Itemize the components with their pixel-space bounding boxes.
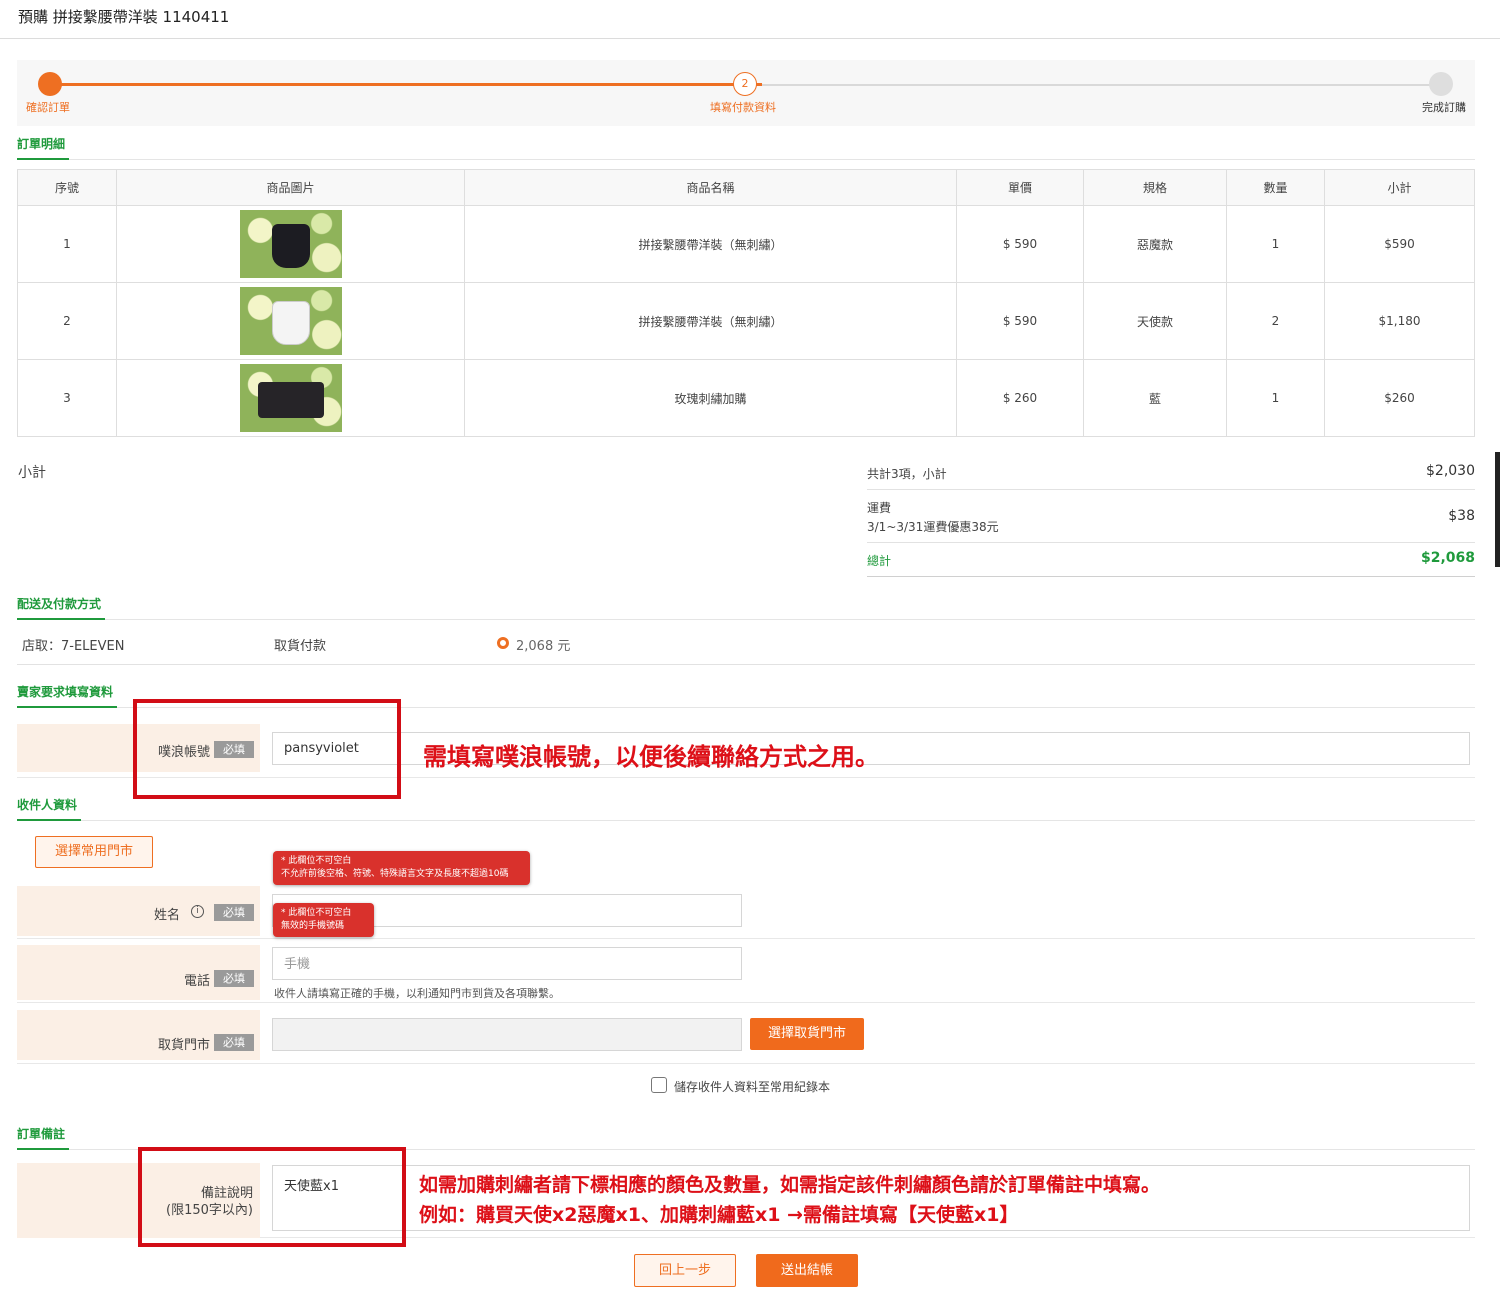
- summary-items-value: $2,030: [1426, 463, 1475, 479]
- step-1-label: 確認訂單: [26, 101, 70, 114]
- store-input: [272, 1018, 742, 1051]
- row-subtotal: $1,180: [1324, 282, 1475, 360]
- row-image-cell: [116, 205, 465, 283]
- summary-shipping-value: $38: [1448, 508, 1475, 524]
- name-label-cell: 姓名 i 必填: [17, 886, 260, 936]
- checkout-button[interactable]: 送出結帳: [756, 1254, 858, 1287]
- table-row: 2 拼接繫腰帶洋裝（無刺繡） $ 590 天使款 2 $1,180: [17, 282, 1475, 360]
- col-header-name: 商品名稱: [464, 169, 957, 206]
- table-row: 3 玫瑰刺繡加購 $ 260 藍 1 $260: [17, 359, 1475, 437]
- summary-total-label: 總計: [867, 554, 892, 568]
- tooltip-line: * 此欄位不可空白: [281, 856, 352, 866]
- annotation-note-line1: 如需加購刺繡者請下標相應的顏色及數量，如需指定該件刺繡顏色請於訂單備註中填寫。: [419, 1174, 1161, 1196]
- row-qty: 1: [1226, 205, 1325, 283]
- required-badge: 必填: [214, 1034, 254, 1051]
- col-header-image: 商品圖片: [116, 169, 465, 206]
- table-header-row: 序號 商品圖片 商品名稱 單價 規格 數量 小計: [17, 169, 1475, 206]
- name-error-tooltip: * 此欄位不可空白 不允許前後空格、符號、特殊語言文字及長度不超過10碼: [273, 851, 530, 885]
- choose-store-button[interactable]: 選擇取貨門市: [750, 1018, 864, 1050]
- name-row: 姓名 i 必填: [17, 882, 1475, 939]
- progress-line-complete: [49, 83, 762, 86]
- payment-amount: 2,068 元: [516, 639, 571, 654]
- row-spec: 藍: [1083, 359, 1227, 437]
- title-divider: [0, 38, 1500, 39]
- summary-items-row: 共計3項，小計 $2,030: [867, 456, 1475, 490]
- phone-input[interactable]: 手機: [272, 947, 742, 980]
- row-spec: 天使款: [1083, 282, 1227, 360]
- row-subtotal: $590: [1324, 205, 1475, 283]
- annotation-box-note: [138, 1147, 406, 1247]
- annotation-note-line2: 例如：購買天使x2惡魔x1、加購刺繡藍x1 →需備註填寫【天使藍x1】: [419, 1204, 1019, 1226]
- step-2-dot: 2: [733, 72, 757, 96]
- row-name: 拼接繫腰帶洋裝（無刺繡）: [464, 282, 957, 360]
- row-spec: 惡魔款: [1083, 205, 1227, 283]
- scrollbar[interactable]: [1495, 452, 1500, 567]
- progress-line-pending: [762, 84, 1440, 86]
- row-qty: 1: [1226, 359, 1325, 437]
- back-button[interactable]: 回上一步: [634, 1254, 736, 1287]
- phone-label: 電話: [183, 974, 210, 989]
- step-3-dot: [1429, 72, 1453, 96]
- row-subtotal: $260: [1324, 359, 1475, 437]
- annotation-plurk: 需填寫噗浪帳號，以便後續聯絡方式之用。: [423, 743, 879, 771]
- row-name: 玫瑰刺繡加購: [464, 359, 957, 437]
- row-qty: 2: [1226, 282, 1325, 360]
- step-2-label: 填寫付款資料: [710, 101, 776, 114]
- row-price: $ 260: [956, 359, 1084, 437]
- shipping-method: 店取：7-ELEVEN: [22, 639, 125, 654]
- tooltip-line: 無效的手機號碼: [281, 921, 345, 931]
- table-row: 1 拼接繫腰帶洋裝（無刺繡） $ 590 惡魔款 1 $590: [17, 205, 1475, 283]
- row-image-cell: [116, 282, 465, 360]
- required-badge: 必填: [214, 970, 254, 987]
- tooltip-line: 不允許前後空格、符號、特殊語言文字及長度不超過10碼: [281, 869, 509, 879]
- annotation-box-plurk: [133, 699, 401, 799]
- name-label: 姓名: [153, 908, 180, 923]
- payment-radio[interactable]: [497, 637, 509, 649]
- shipping-heading: 配送及付款方式: [17, 594, 1475, 620]
- step-3-label: 完成訂購: [1422, 101, 1466, 114]
- col-header-subtotal: 小計: [1324, 169, 1475, 206]
- row-name: 拼接繫腰帶洋裝（無刺繡）: [464, 205, 957, 283]
- payment-method: 取貨付款: [274, 639, 327, 654]
- order-items-table: 序號 商品圖片 商品名稱 單價 規格 數量 小計 1 拼接繫腰帶洋裝（無刺繡） …: [17, 169, 1475, 437]
- summary-shipping-label: 運費: [867, 501, 892, 515]
- select-frequent-store-button[interactable]: 選擇常用門市: [35, 836, 153, 868]
- page-title: 預購 拼接繫腰帶洋裝 1140411: [18, 8, 230, 26]
- col-header-spec: 規格: [1083, 169, 1227, 206]
- save-recipient-label[interactable]: 儲存收件人資料至常用紀錄本: [674, 1078, 830, 1095]
- col-header-qty: 數量: [1226, 169, 1325, 206]
- row-price: $ 590: [956, 282, 1084, 360]
- checkout-progress: 2 確認訂單 填寫付款資料 完成訂購: [17, 60, 1475, 126]
- save-recipient-checkbox[interactable]: [651, 1077, 667, 1093]
- phone-hint: 收件人請填寫正確的手機，以利通知門市到貨及各項聯繫。: [274, 987, 560, 1000]
- summary-total-row: 總計 $2,068: [867, 543, 1475, 577]
- store-row: 取貨門市 必填 選擇取貨門市: [17, 1003, 1475, 1064]
- summary-label: 小計: [18, 465, 46, 481]
- row-no: 3: [17, 359, 117, 437]
- phone-error-tooltip: * 此欄位不可空白 無效的手機號碼: [273, 903, 374, 937]
- store-label: 取貨門市: [157, 1038, 210, 1053]
- col-header-no: 序號: [17, 169, 117, 206]
- product-image[interactable]: [239, 210, 342, 278]
- shipping-option-row[interactable]: 店取：7-ELEVEN 取貨付款 2,068 元: [17, 621, 1475, 665]
- info-icon[interactable]: i: [191, 905, 204, 918]
- product-image[interactable]: [239, 364, 342, 432]
- summary-shipping-row: 運費 3/1~3/31運費優惠38元 $38: [867, 490, 1475, 543]
- row-image-cell: [116, 359, 465, 437]
- summary-items-label: 共計3項，小計: [867, 467, 947, 481]
- store-label-cell: 取貨門市 必填: [17, 1010, 260, 1060]
- order-detail-heading: 訂單明細: [17, 134, 1475, 160]
- summary-total-value: $2,068: [1420, 550, 1475, 566]
- row-no: 1: [17, 205, 117, 283]
- row-price: $ 590: [956, 205, 1084, 283]
- row-no: 2: [17, 282, 117, 360]
- tooltip-line: * 此欄位不可空白: [281, 908, 352, 918]
- required-badge: 必填: [214, 904, 254, 921]
- step-1-dot: [38, 72, 62, 96]
- phone-label-cell: 電話 必填: [17, 945, 260, 1000]
- summary-shipping-note: 3/1~3/31運費優惠38元: [867, 520, 999, 534]
- phone-row: 電話 必填 手機 收件人請填寫正確的手機，以利通知門市到貨及各項聯繫。: [17, 939, 1475, 1003]
- col-header-price: 單價: [956, 169, 1084, 206]
- product-image[interactable]: [239, 287, 342, 355]
